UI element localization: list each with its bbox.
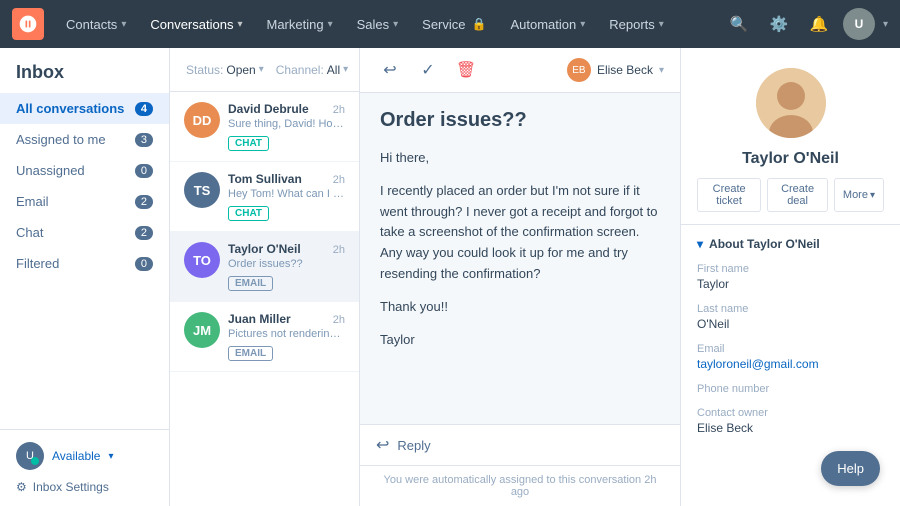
chevron-down-icon: ▾ [328,19,333,30]
channel-filter[interactable]: Channel: All ▾ [276,63,348,77]
field-first-name: First name Taylor [697,263,884,291]
gear-icon: ⚙ [16,480,27,494]
channel-chevron-icon: ▾ [343,64,348,75]
field-phone: Phone number [697,383,884,395]
avatar-chevron-icon: ▾ [883,19,888,30]
conversation-item-juan[interactable]: JM Juan Miller 2h Pictures not rendering… [170,302,359,372]
auto-assign-notice: You were automatically assigned to this … [360,465,680,506]
reply-bar: ↩ Reply [360,424,680,465]
nav-reports[interactable]: Reports ▾ [599,11,674,38]
status-chevron-icon: ▾ [259,64,264,75]
settings-icon-button[interactable]: ⚙️ [763,8,795,40]
sidebar-item-chat[interactable]: Chat 2 [0,217,169,248]
inbox-settings-button[interactable]: ⚙ Inbox Settings [16,480,153,494]
chevron-down-icon: ▾ [121,19,126,30]
done-button[interactable]: ✓ [414,56,442,84]
avatar: TO [184,242,220,278]
message-subject: Order issues?? [380,109,660,132]
chevron-down-icon: ▾ [393,19,398,30]
assignee-chevron-icon: ▾ [659,65,664,76]
message-content: Hi there, I recently placed an order but… [380,148,660,350]
conversation-item-tom[interactable]: TS Tom Sullivan 2h Hey Tom! What can I h… [170,162,359,232]
nav-conversations[interactable]: Conversations ▾ [140,11,252,38]
contact-actions: Create ticket Create deal More ▾ [697,178,884,212]
more-actions-button[interactable]: More ▾ [834,178,884,212]
nav-automation[interactable]: Automation ▾ [500,11,595,38]
sidebar-item-filtered[interactable]: Filtered 0 [0,248,169,279]
conversation-item-taylor[interactable]: TO Taylor O'Neil 2h Order issues?? EMAIL [170,232,359,302]
app-container: Inbox All conversations 4 Assigned to me… [0,0,900,506]
delete-button[interactable]: 🗑 [452,56,480,84]
user-avatar[interactable]: U [843,8,875,40]
contact-header: Taylor O'Neil Create ticket Create deal … [681,48,900,225]
assignee-avatar: EB [567,58,591,82]
available-dot-indicator [31,457,39,465]
contact-panel: Taylor O'Neil Create ticket Create deal … [680,48,900,506]
nav-contacts[interactable]: Contacts ▾ [56,11,136,38]
sidebar-item-assigned-to-me[interactable]: Assigned to me 3 [0,124,169,155]
filter-bar: Status: Open ▾ Channel: All ▾ Assignee: … [170,48,359,92]
sidebar-navigation: All conversations 4 Assigned to me 3 Una… [0,93,169,429]
create-ticket-button[interactable]: Create ticket [697,178,761,212]
sidebar: Inbox All conversations 4 Assigned to me… [0,48,170,506]
page-title: Inbox [0,48,169,93]
help-button[interactable]: Help [821,451,880,486]
search-icon-button[interactable]: 🔍 [723,8,755,40]
back-button[interactable]: ↩ [376,56,404,84]
user-status-avatar: U [16,442,44,470]
sidebar-footer: U Available ▾ ⚙ Inbox Settings [0,429,169,506]
nav-icon-group: 🔍 ⚙️ 🔔 U ▾ [723,8,888,40]
status-filter[interactable]: Status: Open ▾ [186,63,264,77]
field-email: Email tayloroneil@gmail.com [697,343,884,371]
field-contact-owner: Contact owner Elise Beck [697,407,884,435]
avatar: TS [184,172,220,208]
nav-sales[interactable]: Sales ▾ [347,11,409,38]
chevron-down-icon: ▾ [659,19,664,30]
message-body: Order issues?? Hi there, I recently plac… [360,93,680,424]
chevron-down-icon: ▾ [580,19,585,30]
sidebar-item-email[interactable]: Email 2 [0,186,169,217]
available-chevron-icon: ▾ [108,451,113,462]
field-last-name: Last name O'Neil [697,303,884,331]
message-pane: ↩ ✓ 🗑 EB Elise Beck ▾ Order issues?? Hi … [360,48,680,506]
reply-button[interactable]: Reply [397,438,430,453]
message-toolbar: ↩ ✓ 🗑 EB Elise Beck ▾ [360,48,680,93]
chevron-down-icon: ▾ [237,19,242,30]
create-deal-button[interactable]: Create deal [767,178,828,212]
conversation-item-david[interactable]: DD David Debrule 2h Sure thing, David! H… [170,92,359,162]
avatar: JM [184,312,220,348]
nav-service[interactable]: Service 🔒 [412,11,496,38]
lock-icon: 🔒 [472,17,487,31]
reply-icon[interactable]: ↩ [376,435,389,455]
chevron-down-icon: ▾ [697,237,703,251]
about-section-title[interactable]: ▾ About Taylor O'Neil [697,237,884,251]
notifications-icon-button[interactable]: 🔔 [803,8,835,40]
nav-marketing[interactable]: Marketing ▾ [256,11,342,38]
contact-name: Taylor O'Neil [697,150,884,168]
top-navigation: Contacts ▾ Conversations ▾ Marketing ▾ S… [0,0,900,48]
hubspot-logo[interactable] [12,8,44,40]
about-section: ▾ About Taylor O'Neil First name Taylor … [681,225,900,459]
available-status-button[interactable]: U Available ▾ [16,442,153,470]
assignee-selector[interactable]: EB Elise Beck ▾ [567,58,664,82]
more-chevron-icon: ▾ [870,190,875,201]
avatar: DD [184,102,220,138]
sidebar-item-unassigned[interactable]: Unassigned 0 [0,155,169,186]
conversation-list: Status: Open ▾ Channel: All ▾ Assignee: … [170,48,360,506]
contact-avatar [756,68,826,138]
sidebar-item-all-conversations[interactable]: All conversations 4 [0,93,169,124]
